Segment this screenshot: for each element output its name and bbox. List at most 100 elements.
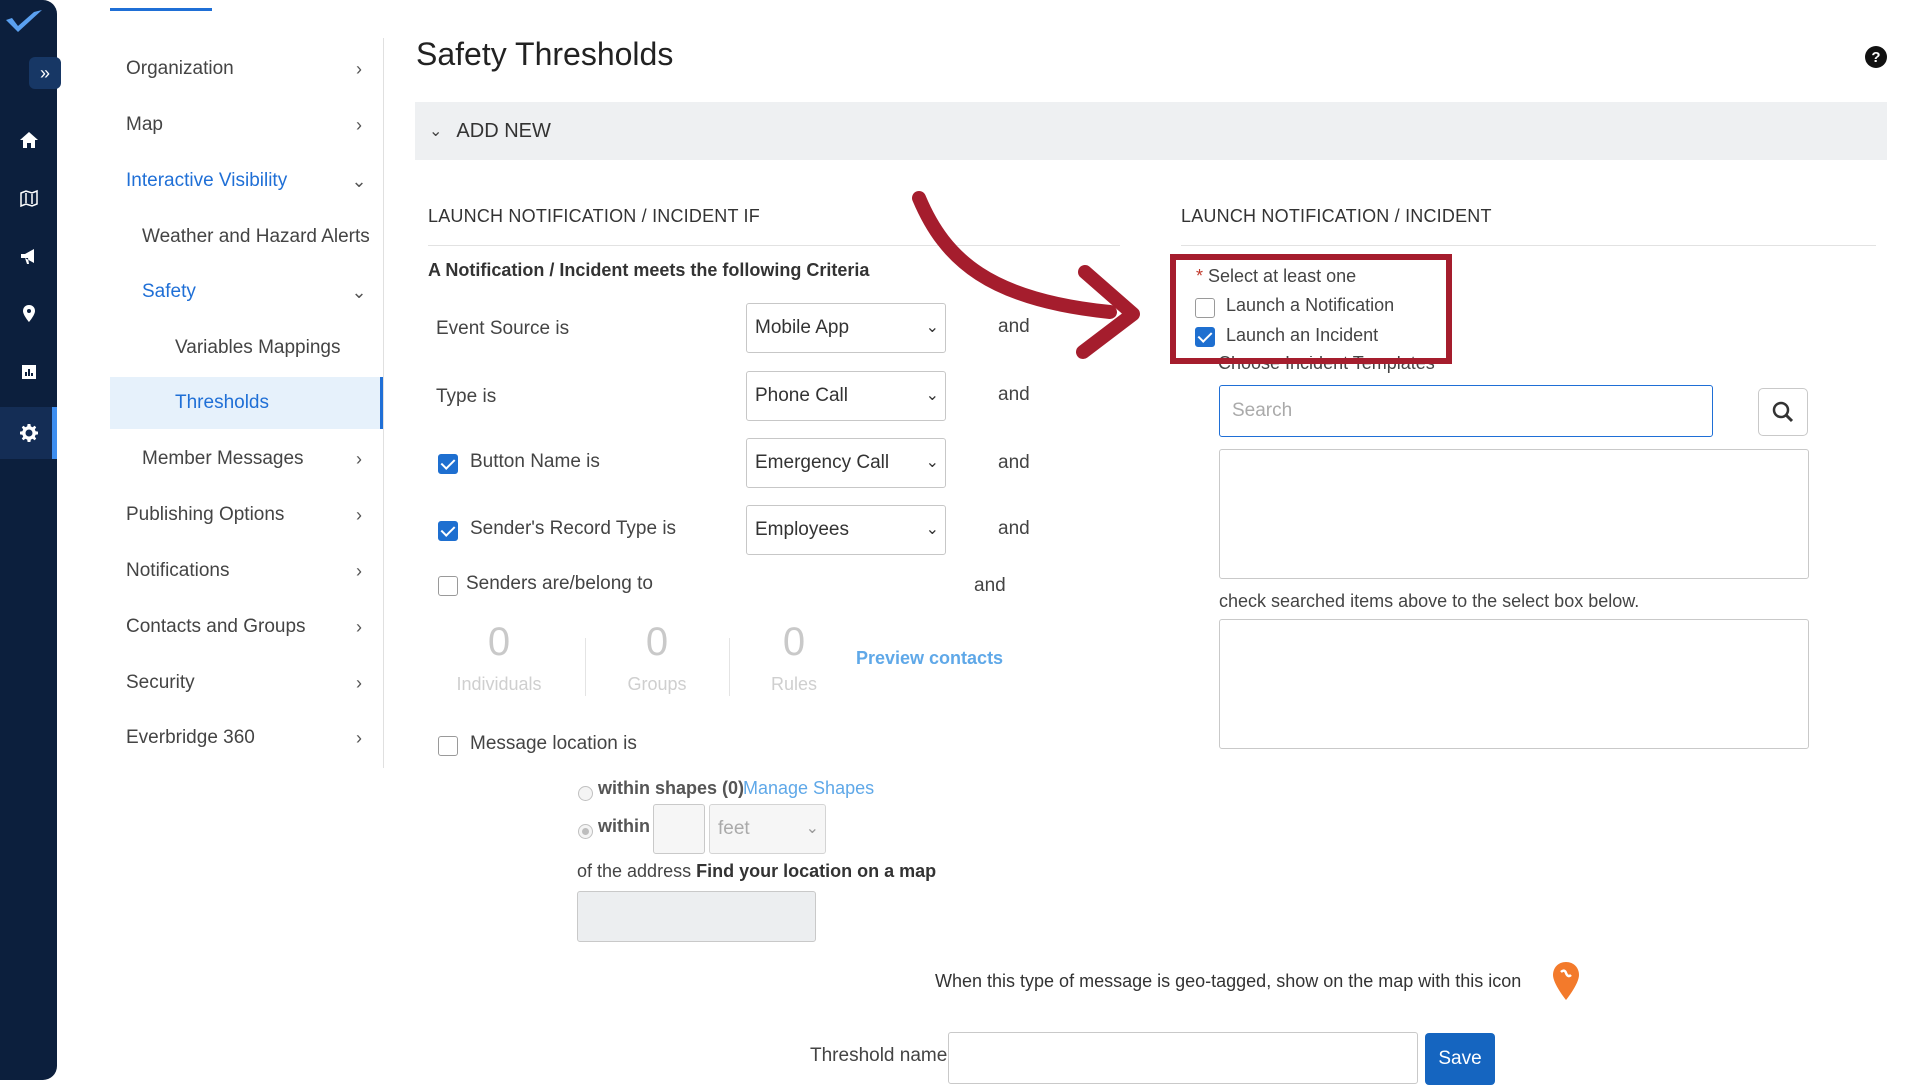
chevron-right-icon: › <box>356 727 362 748</box>
type-label: Type is <box>436 386 497 407</box>
sender-record-type-label: Sender's Record Type is <box>470 518 677 539</box>
check-hint-text: check searched items above to the select… <box>1219 591 1640 611</box>
rules-count: 0 <box>782 620 806 664</box>
nav-item-thresholds[interactable]: Thresholds <box>110 377 383 429</box>
map-icon[interactable] <box>0 178 57 218</box>
chevron-down-icon: ⌄ <box>429 123 443 140</box>
nav-item-member-messages[interactable]: Member Messages › <box>110 433 382 485</box>
button-name-checkbox[interactable] <box>438 454 458 474</box>
address-line: of the address Find your location on a m… <box>577 861 936 882</box>
groups-count: 0 <box>645 620 669 664</box>
message-location-label: Message location is <box>470 733 637 754</box>
nav-item-label: Interactive Visibility <box>126 170 288 191</box>
within-shapes-radio[interactable] <box>578 786 593 801</box>
page-title: Safety Thresholds <box>416 36 674 72</box>
address-input[interactable] <box>577 891 816 942</box>
settings-gear-icon[interactable] <box>0 413 57 453</box>
search-results-box[interactable] <box>1219 449 1809 579</box>
expand-rail-button[interactable]: » <box>29 57 61 89</box>
report-chart-icon[interactable] <box>0 352 57 392</box>
count-separator <box>585 638 586 696</box>
highlight-annotation-box <box>1170 254 1452 364</box>
and-label: and <box>998 518 1030 539</box>
chevron-down-icon: ⌄ <box>925 387 939 404</box>
nav-item-label: Variables Mappings <box>175 337 341 358</box>
geo-tag-text: When this type of message is geo-tagged,… <box>935 971 1522 991</box>
sender-record-type-value: Employees <box>755 519 849 540</box>
chevron-right-icon: › <box>356 58 362 79</box>
nav-item-label: Safety <box>142 281 196 302</box>
and-label: and <box>998 452 1030 473</box>
template-search-input[interactable]: Search <box>1219 385 1713 437</box>
and-label: and <box>998 384 1030 405</box>
sender-record-type-select[interactable]: Employees ⌄ <box>746 505 946 555</box>
nav-item-contacts-groups[interactable]: Contacts and Groups › <box>110 601 382 653</box>
search-button[interactable] <box>1758 388 1808 436</box>
nav-item-notifications[interactable]: Notifications › <box>110 545 382 597</box>
map-pin-icon[interactable] <box>1552 961 1580 1001</box>
button-name-select[interactable]: Emergency Call ⌄ <box>746 438 946 488</box>
distance-unit-select[interactable]: feet ⌄ <box>709 804 826 854</box>
rules-label: Rules <box>770 674 818 694</box>
annotation-arrow-icon <box>912 191 1140 359</box>
megaphone-icon[interactable] <box>0 236 57 276</box>
message-location-checkbox[interactable] <box>438 736 458 756</box>
nav-item-publishing-options[interactable]: Publishing Options › <box>110 489 382 541</box>
nav-item-safety[interactable]: Safety ⌄ <box>110 266 382 318</box>
selected-items-box[interactable] <box>1219 619 1809 749</box>
distance-unit-value: feet <box>718 818 750 839</box>
find-location-link[interactable]: Find your location on a map <box>696 861 936 881</box>
nav-divider <box>383 38 384 768</box>
criteria-section-title: LAUNCH NOTIFICATION / INCIDENT IF <box>428 206 760 226</box>
senders-belong-label: Senders are/belong to <box>466 573 653 594</box>
threshold-name-input[interactable] <box>948 1032 1418 1084</box>
search-placeholder: Search <box>1232 400 1293 421</box>
launch-section-title: LAUNCH NOTIFICATION / INCIDENT <box>1181 206 1492 226</box>
nav-item-label: Contacts and Groups <box>126 616 306 637</box>
chevron-right-icon: › <box>356 560 362 581</box>
criteria-heading: A Notification / Incident meets the foll… <box>428 260 870 280</box>
chevron-right-icon: › <box>356 616 362 637</box>
sender-record-type-checkbox[interactable] <box>438 521 458 541</box>
everbridge-logo[interactable] <box>4 6 44 40</box>
nav-item-label: Publishing Options <box>126 504 285 525</box>
event-source-label: Event Source is <box>436 318 570 339</box>
nav-item-interactive-visibility[interactable]: Interactive Visibility ⌄ <box>110 155 382 207</box>
preview-contacts-link[interactable]: Preview contacts <box>856 648 1003 669</box>
add-new-accordion[interactable]: ⌄ ADD NEW <box>415 102 1887 160</box>
nav-item-variables-mappings[interactable]: Variables Mappings <box>110 322 382 374</box>
chevron-right-icon: › <box>356 672 362 693</box>
within-distance-radio[interactable] <box>578 824 593 839</box>
type-value: Phone Call <box>755 385 848 406</box>
within-shapes-label: within shapes (0) <box>598 778 745 798</box>
distance-input[interactable] <box>653 804 705 854</box>
individuals-count: 0 <box>487 620 511 664</box>
chevron-down-icon: ⌄ <box>925 521 939 538</box>
type-select[interactable]: Phone Call ⌄ <box>746 371 946 421</box>
nav-item-security[interactable]: Security › <box>110 657 382 709</box>
button-name-value: Emergency Call <box>755 452 890 473</box>
event-source-value: Mobile App <box>755 317 850 338</box>
search-icon <box>1772 401 1794 423</box>
nav-item-label: Thresholds <box>175 392 269 413</box>
app-rail: » <box>0 0 61 1080</box>
nav-item-map[interactable]: Map › <box>110 99 382 151</box>
location-pin-icon[interactable] <box>0 294 57 334</box>
home-icon[interactable] <box>0 120 57 160</box>
chevron-down-icon: ⌄ <box>351 170 367 191</box>
nav-top-indicator <box>110 8 212 11</box>
count-separator <box>729 638 730 696</box>
save-button[interactable]: Save <box>1425 1033 1495 1085</box>
chevron-right-icon: › <box>356 504 362 525</box>
within-label: within <box>598 816 650 836</box>
nav-item-organization[interactable]: Organization › <box>110 43 382 95</box>
section-divider <box>1181 245 1876 246</box>
nav-item-weather-hazard-alerts[interactable]: Weather and Hazard Alerts <box>110 211 382 263</box>
nav-item-label: Notifications <box>126 560 230 581</box>
help-icon[interactable]: ? <box>1865 46 1887 68</box>
manage-shapes-link[interactable]: Manage Shapes <box>743 778 874 799</box>
chevron-right-icon: › <box>356 448 362 469</box>
nav-item-everbridge-360[interactable]: Everbridge 360 › <box>110 712 382 764</box>
nav-item-label: Map <box>126 114 163 135</box>
senders-belong-checkbox[interactable] <box>438 576 458 596</box>
